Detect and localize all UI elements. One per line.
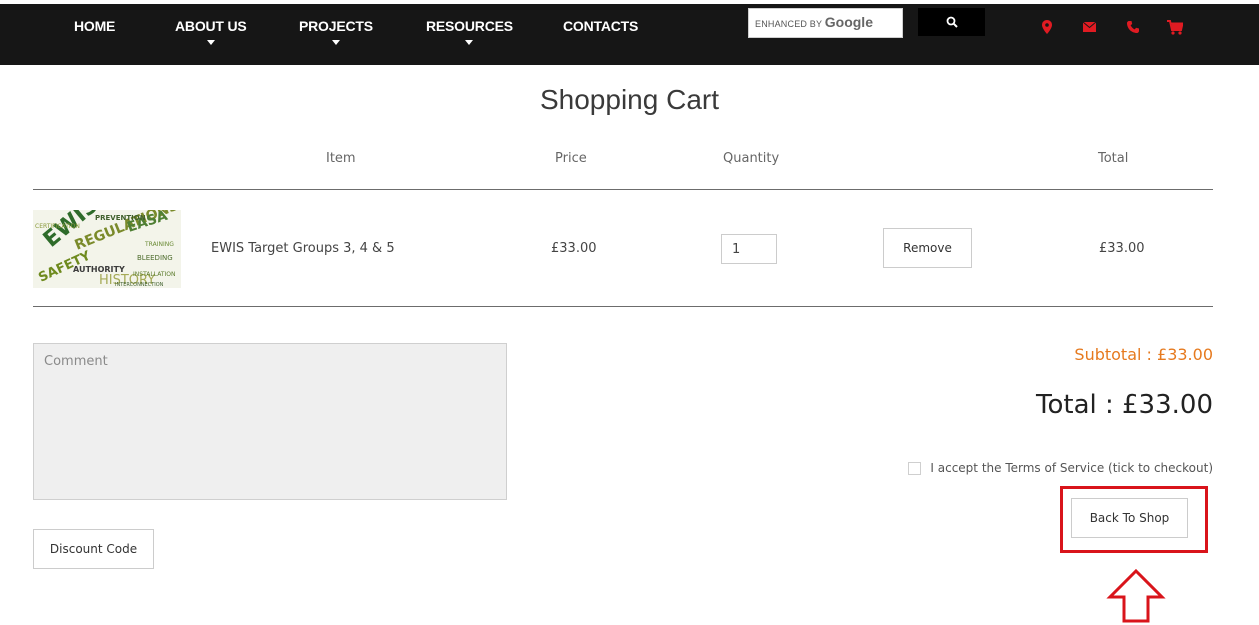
svg-text:PREVENTION: PREVENTION (95, 214, 146, 222)
svg-text:INSTALLATION: INSTALLATION (133, 271, 175, 278)
column-header-price: Price (555, 151, 587, 166)
nav-item-label: PROJECTS (299, 18, 373, 34)
nav-item-label: ABOUT US (175, 18, 247, 34)
up-arrow-icon (1106, 569, 1166, 623)
google-brand: Google (824, 14, 873, 30)
nav-item-about-us[interactable]: ABOUT US (175, 18, 247, 45)
email-link[interactable] (1080, 18, 1098, 36)
product-price: £33.00 (551, 241, 597, 256)
table-divider-bottom (33, 306, 1213, 307)
column-header-quantity: Quantity (723, 151, 780, 166)
nav-item-label: HOME (74, 18, 116, 34)
nav-item-label: CONTACTS (563, 18, 639, 34)
nav-item-resources[interactable]: RESOURCES (426, 18, 513, 45)
remove-button[interactable]: Remove (883, 228, 972, 268)
phone-icon (1127, 21, 1139, 33)
svg-text:BLEEDING: BLEEDING (137, 254, 173, 262)
word-cloud-image: EWIS REGULATIONS EASA PREVENTION SAFETY … (33, 210, 181, 288)
table-divider-top (33, 189, 1213, 190)
svg-text:TRAINING: TRAINING (144, 241, 174, 248)
total-text: Total : £33.00 (1036, 390, 1213, 420)
terms-row: I accept the Terms of Service (tick to c… (908, 461, 1213, 475)
chevron-down-icon (465, 40, 474, 45)
chevron-down-icon (331, 40, 340, 45)
chevron-down-icon (206, 40, 215, 45)
column-header-total: Total (1098, 151, 1129, 166)
row-total: £33.00 (1099, 241, 1145, 256)
top-navbar: HOME ABOUT US PROJECTS RESOURCES CONTACT… (0, 4, 1259, 65)
cart-link[interactable] (1166, 18, 1184, 36)
search-icon (946, 16, 958, 28)
terms-label: I accept the Terms of Service (tick to c… (930, 461, 1213, 475)
product-name[interactable]: EWIS Target Groups 3, 4 & 5 (211, 241, 395, 256)
quantity-input[interactable] (721, 234, 777, 264)
subtotal-text: Subtotal : £33.00 (1074, 345, 1213, 364)
column-header-item: Item (326, 151, 356, 166)
map-pin-icon (1042, 20, 1052, 34)
terms-checkbox[interactable] (908, 461, 922, 475)
search-input[interactable]: ENHANCED BY Google (748, 8, 903, 38)
cart-icon (1167, 19, 1183, 35)
phone-link[interactable] (1124, 18, 1142, 36)
search-prefix: ENHANCED BY (755, 19, 823, 29)
comment-textarea[interactable] (33, 343, 507, 500)
svg-text:INTERCONNECTION: INTERCONNECTION (115, 282, 164, 288)
page-title: Shopping Cart (539, 84, 719, 115)
annotation-highlight-box (1060, 486, 1208, 553)
nav-item-projects[interactable]: PROJECTS (299, 18, 373, 45)
nav-item-label: RESOURCES (426, 18, 513, 34)
nav-item-contacts[interactable]: CONTACTS (563, 18, 638, 34)
envelope-icon (1082, 22, 1096, 32)
svg-text:CERTIFICATION: CERTIFICATION (35, 223, 80, 230)
location-link[interactable] (1038, 18, 1056, 36)
nav-item-home[interactable]: HOME (74, 18, 115, 34)
product-thumbnail[interactable]: EWIS REGULATIONS EASA PREVENTION SAFETY … (33, 210, 181, 288)
discount-code-button[interactable]: Discount Code (33, 529, 154, 569)
search-button[interactable] (918, 8, 985, 36)
